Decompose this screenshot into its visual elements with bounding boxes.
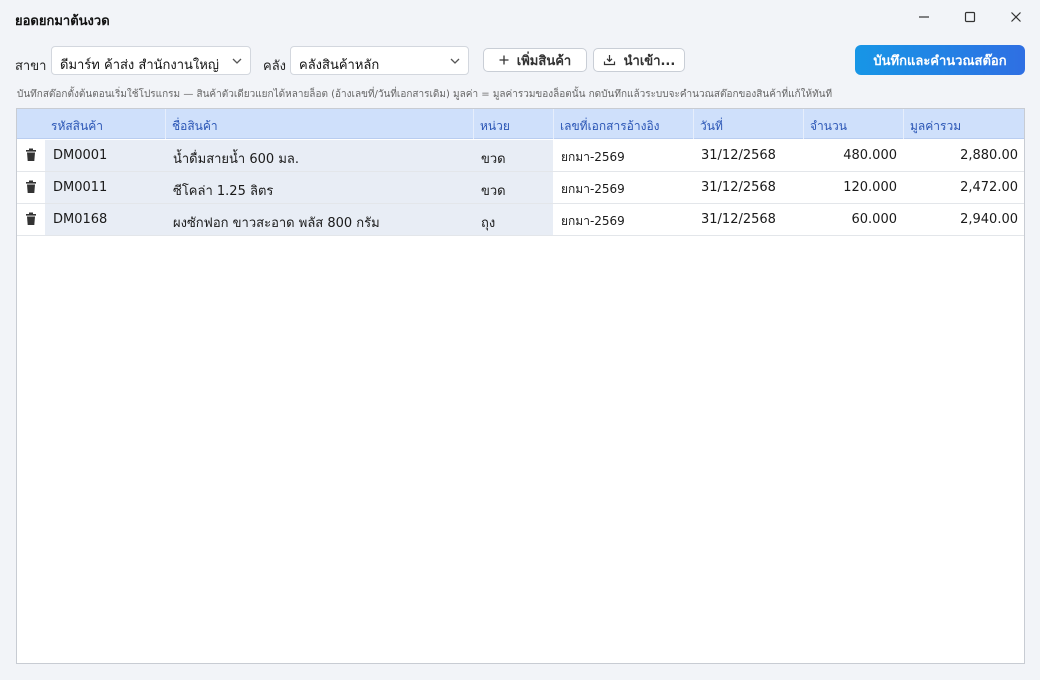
cell-reference-doc[interactable]: ยกมา-2569: [553, 140, 693, 171]
cell-date[interactable]: 31/12/2568: [693, 140, 803, 171]
cell-product-name[interactable]: ซีโคล่า 1.25 ลิตร: [165, 172, 473, 203]
cell-product-name[interactable]: ผงซักฟอก ขาวสะอาด พลัส 800 กรัม: [165, 204, 473, 235]
close-button[interactable]: [994, 4, 1038, 30]
branch-select[interactable]: ดีมาร์ท ค้าส่ง สำนักงานใหญ่: [51, 46, 251, 75]
grid-header: รหัสสินค้า ชื่อสินค้า หน่วย เลขที่เอกสาร…: [17, 109, 1024, 139]
add-product-button[interactable]: เพิ่มสินค้า: [483, 48, 587, 72]
title-bar: ยอดยกมาต้นงวด: [0, 0, 1040, 36]
import-icon: [603, 55, 615, 66]
trash-icon[interactable]: [24, 180, 38, 194]
cell-quantity[interactable]: 120.000: [803, 172, 903, 203]
header-product-name[interactable]: ชื่อสินค้า: [165, 109, 473, 139]
window-title: ยอดยกมาต้นงวด: [15, 14, 110, 29]
cell-unit[interactable]: ขวด: [473, 140, 553, 171]
plus-icon: [499, 55, 509, 65]
cell-product-name[interactable]: น้ำดื่มสายน้ำ 600 มล.: [165, 140, 473, 171]
hint-text: บันทึกสต๊อกตั้งต้นตอนเริ่มใช้โปรแกรม — ส…: [17, 89, 833, 100]
warehouse-select[interactable]: คลังสินค้าหลัก: [290, 46, 469, 75]
chevron-down-icon: [450, 58, 460, 64]
cell-product-code[interactable]: DM0011: [45, 172, 165, 203]
trash-icon[interactable]: [24, 148, 38, 162]
header-total-value[interactable]: มูลค่ารวม: [903, 109, 1024, 139]
maximize-button[interactable]: [948, 4, 992, 30]
header-date[interactable]: วันที่: [693, 109, 803, 139]
header-unit[interactable]: หน่วย: [473, 109, 553, 139]
warehouse-value: คลังสินค้าหลัก: [299, 58, 380, 73]
close-icon: [1011, 12, 1021, 22]
import-label: นำเข้า...: [623, 53, 676, 69]
cell-total-value[interactable]: 2,880.00: [903, 140, 1024, 171]
minimize-button[interactable]: [902, 4, 946, 30]
toolbar: สาขา ดีมาร์ท ค้าส่ง สำนักงานใหญ่ คลัง คล…: [0, 44, 1040, 78]
maximize-icon: [964, 11, 976, 23]
save-label: บันทึกและคำนวณสต๊อก: [873, 53, 1007, 69]
import-button[interactable]: นำเข้า...: [593, 48, 685, 72]
cell-total-value[interactable]: 2,472.00: [903, 172, 1024, 203]
header-product-code[interactable]: รหัสสินค้า: [45, 109, 165, 139]
cell-quantity[interactable]: 480.000: [803, 140, 903, 171]
cell-product-code[interactable]: DM0168: [45, 204, 165, 235]
trash-icon[interactable]: [24, 212, 38, 226]
cell-date[interactable]: 31/12/2568: [693, 204, 803, 235]
cell-product-code[interactable]: DM0001: [45, 140, 165, 171]
chevron-down-icon: [232, 58, 242, 64]
cell-unit[interactable]: ขวด: [473, 172, 553, 203]
cell-unit[interactable]: ถุง: [473, 204, 553, 235]
branch-label: สาขา: [15, 59, 47, 74]
header-reference-doc[interactable]: เลขที่เอกสารอ้างอิง: [553, 109, 693, 139]
cell-date[interactable]: 31/12/2568: [693, 172, 803, 203]
save-and-calculate-button[interactable]: บันทึกและคำนวณสต๊อก: [855, 45, 1025, 75]
header-quantity[interactable]: จำนวน: [803, 109, 903, 139]
table-row[interactable]: DM0168 ผงซักฟอก ขาวสะอาด พลัส 800 กรัม ถ…: [17, 204, 1024, 236]
cell-quantity[interactable]: 60.000: [803, 204, 903, 235]
table-row[interactable]: DM0001 น้ำดื่มสายน้ำ 600 มล. ขวด ยกมา-25…: [17, 140, 1024, 172]
cell-reference-doc[interactable]: ยกมา-2569: [553, 204, 693, 235]
table-row[interactable]: DM0011 ซีโคล่า 1.25 ลิตร ขวด ยกมา-2569 3…: [17, 172, 1024, 204]
opening-balance-grid[interactable]: รหัสสินค้า ชื่อสินค้า หน่วย เลขที่เอกสาร…: [16, 108, 1025, 664]
warehouse-label: คลัง: [263, 59, 287, 74]
cell-total-value[interactable]: 2,940.00: [903, 204, 1024, 235]
minimize-icon: [919, 16, 929, 18]
branch-value: ดีมาร์ท ค้าส่ง สำนักงานใหญ่: [60, 58, 219, 73]
cell-reference-doc[interactable]: ยกมา-2569: [553, 172, 693, 203]
add-product-label: เพิ่มสินค้า: [516, 53, 572, 69]
